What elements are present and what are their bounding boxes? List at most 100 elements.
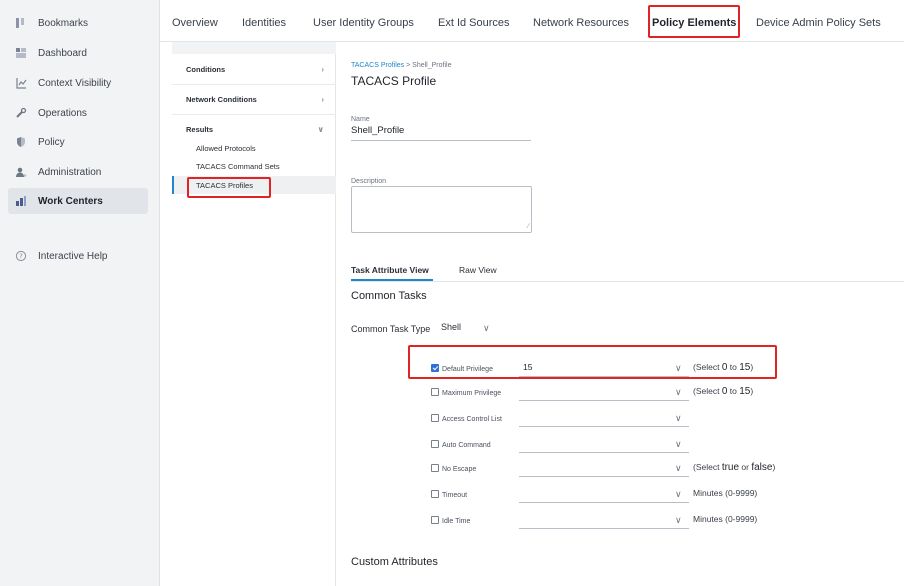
divider [172, 84, 336, 85]
select-underline [519, 452, 689, 453]
description-textarea[interactable]: ∕ [351, 186, 532, 233]
checkbox-idle-time[interactable] [431, 516, 439, 524]
checkbox-auto-command[interactable] [431, 440, 439, 448]
nav-item-dashboard[interactable]: Dashboard [8, 40, 148, 66]
attribute-label: Timeout [442, 492, 468, 499]
subtab-raw-view[interactable]: Raw View [459, 265, 497, 275]
checkbox-access-control-list[interactable] [431, 414, 439, 422]
menu-tacacs-command-sets[interactable]: TACACS Command Sets [172, 158, 336, 174]
checkbox-timeout[interactable] [431, 490, 439, 498]
shield-icon [14, 135, 28, 149]
chevron-down-icon[interactable]: ∨ [675, 489, 682, 500]
nav-item-bookmarks[interactable]: Bookmarks [8, 10, 148, 36]
attribute-label: Access Control List [442, 416, 502, 423]
breadcrumb: TACACS Profiles > Shell_Profile [351, 62, 451, 69]
hint-part: or [739, 462, 752, 472]
nav-label: Administration [38, 166, 102, 178]
nav-label: Operations [38, 107, 87, 119]
name-field[interactable]: Shell_Profile [351, 125, 404, 136]
breadcrumb-link-tacacs-profiles[interactable]: TACACS Profiles [351, 62, 404, 69]
attribute-row-default-privilege: Default Privilege 15 ∨ (Select 0 to 15) [337, 362, 897, 378]
menu-allowed-protocols[interactable]: Allowed Protocols [172, 140, 336, 156]
attribute-row-timeout: Timeout ∨ Minutes (0-9999) [337, 488, 897, 504]
menu-label: TACACS Command Sets [196, 161, 280, 171]
chevron-down-icon[interactable]: ∨ [675, 439, 682, 450]
tab-user-identity-groups[interactable]: User Identity Groups [313, 0, 414, 42]
attribute-label: Maximum Privilege [442, 390, 502, 397]
menu-results[interactable]: Results ∨ [172, 118, 336, 140]
attribute-label: Auto Command [442, 442, 491, 449]
checkbox-no-escape[interactable] [431, 464, 439, 472]
hint-part: ) [750, 386, 754, 396]
left-navigation: Bookmarks Dashboard Context Visibility O… [0, 0, 160, 586]
tab-policy-elements[interactable]: Policy Elements [652, 0, 736, 42]
nav-item-administration[interactable]: Administration [8, 159, 148, 185]
nav-label: Work Centers [38, 195, 103, 207]
attribute-label: Idle Time [442, 518, 471, 525]
subtab-task-attribute-view[interactable]: Task Attribute View [351, 265, 429, 275]
chevron-down-icon[interactable]: ∨ [675, 515, 682, 526]
chevron-down-icon[interactable]: ∨ [675, 387, 682, 398]
chevron-down-icon[interactable]: ∨ [675, 463, 682, 474]
name-field-underline [351, 140, 531, 141]
nav-label: Interactive Help [38, 250, 108, 262]
chevron-down-icon: ∨ [317, 124, 325, 134]
policy-elements-menu: Conditions › Network Conditions › Result… [172, 42, 336, 586]
select-underline [519, 426, 689, 427]
breadcrumb-current: Shell_Profile [412, 62, 452, 69]
menu-conditions[interactable]: Conditions › [172, 58, 336, 80]
chevron-down-icon[interactable]: ∨ [675, 413, 682, 424]
resize-handle-icon[interactable]: ∕ [528, 223, 529, 230]
top-tab-bar: Overview Identities User Identity Groups… [160, 0, 904, 42]
range-hint: Minutes (0-9999) [693, 514, 757, 525]
wrench-icon [14, 106, 28, 120]
dashboard-icon [14, 46, 28, 60]
nav-item-context-visibility[interactable]: Context Visibility [8, 70, 148, 96]
attribute-value-select[interactable]: 15 [523, 362, 532, 372]
common-task-type-select[interactable]: Shell [441, 322, 461, 332]
select-underline [519, 400, 689, 401]
nav-label: Dashboard [38, 47, 87, 59]
menu-label: Conditions [186, 64, 226, 74]
main-content: TACACS Profiles > Shell_Profile TACACS P… [337, 42, 904, 586]
chevron-down-icon[interactable]: ∨ [675, 363, 682, 374]
range-hint: Minutes (0-9999) [693, 488, 757, 499]
chevron-right-icon: › [321, 94, 324, 104]
common-task-type-label: Common Task Type [351, 324, 431, 334]
nav-item-operations[interactable]: Operations [8, 100, 148, 126]
chevron-down-icon[interactable]: ∨ [483, 323, 490, 334]
tab-device-admin-policy-sets[interactable]: Device Admin Policy Sets [756, 0, 881, 42]
attribute-label: Default Privilege [442, 366, 493, 373]
hint-part: Minutes (0-9999) [693, 514, 758, 524]
tab-ext-id-sources[interactable]: Ext Id Sources [438, 0, 510, 42]
description-label: Description [351, 178, 387, 185]
subtab-divider [351, 281, 904, 282]
hint-part: true [721, 462, 740, 473]
tab-identities[interactable]: Identities [242, 0, 286, 42]
nav-item-policy[interactable]: Policy [8, 129, 148, 155]
nav-item-work-centers[interactable]: Work Centers [8, 188, 148, 214]
menu-tacacs-profiles[interactable]: TACACS Profiles [172, 176, 336, 194]
hint-part: 15 [739, 362, 751, 373]
common-tasks-heading: Common Tasks [351, 290, 427, 302]
range-hint: (Select true or false) [693, 462, 775, 473]
attribute-row-maximum-privilege: Maximum Privilege ∨ (Select 0 to 15) [337, 386, 897, 402]
menu-network-conditions[interactable]: Network Conditions › [172, 88, 336, 110]
hint-part: (Select [693, 462, 722, 472]
hint-part: to [727, 362, 740, 372]
custom-attributes-heading: Custom Attributes [351, 556, 438, 568]
checkbox-maximum-privilege[interactable] [431, 388, 439, 396]
svg-text:?: ? [19, 253, 23, 261]
tab-overview[interactable]: Overview [172, 0, 218, 42]
menu-label: Allowed Protocols [196, 143, 256, 153]
checkbox-default-privilege[interactable] [431, 364, 439, 372]
hint-part: to [727, 386, 740, 396]
hint-part: 15 [739, 386, 751, 397]
nav-label: Policy [38, 136, 65, 148]
nav-item-interactive-help[interactable]: ? Interactive Help [8, 243, 148, 269]
hint-part: false [751, 462, 773, 473]
tab-network-resources[interactable]: Network Resources [533, 0, 629, 42]
breadcrumb-separator: > [406, 62, 411, 69]
range-hint: (Select 0 to 15) [693, 386, 753, 397]
hint-part: (Select [693, 362, 722, 372]
